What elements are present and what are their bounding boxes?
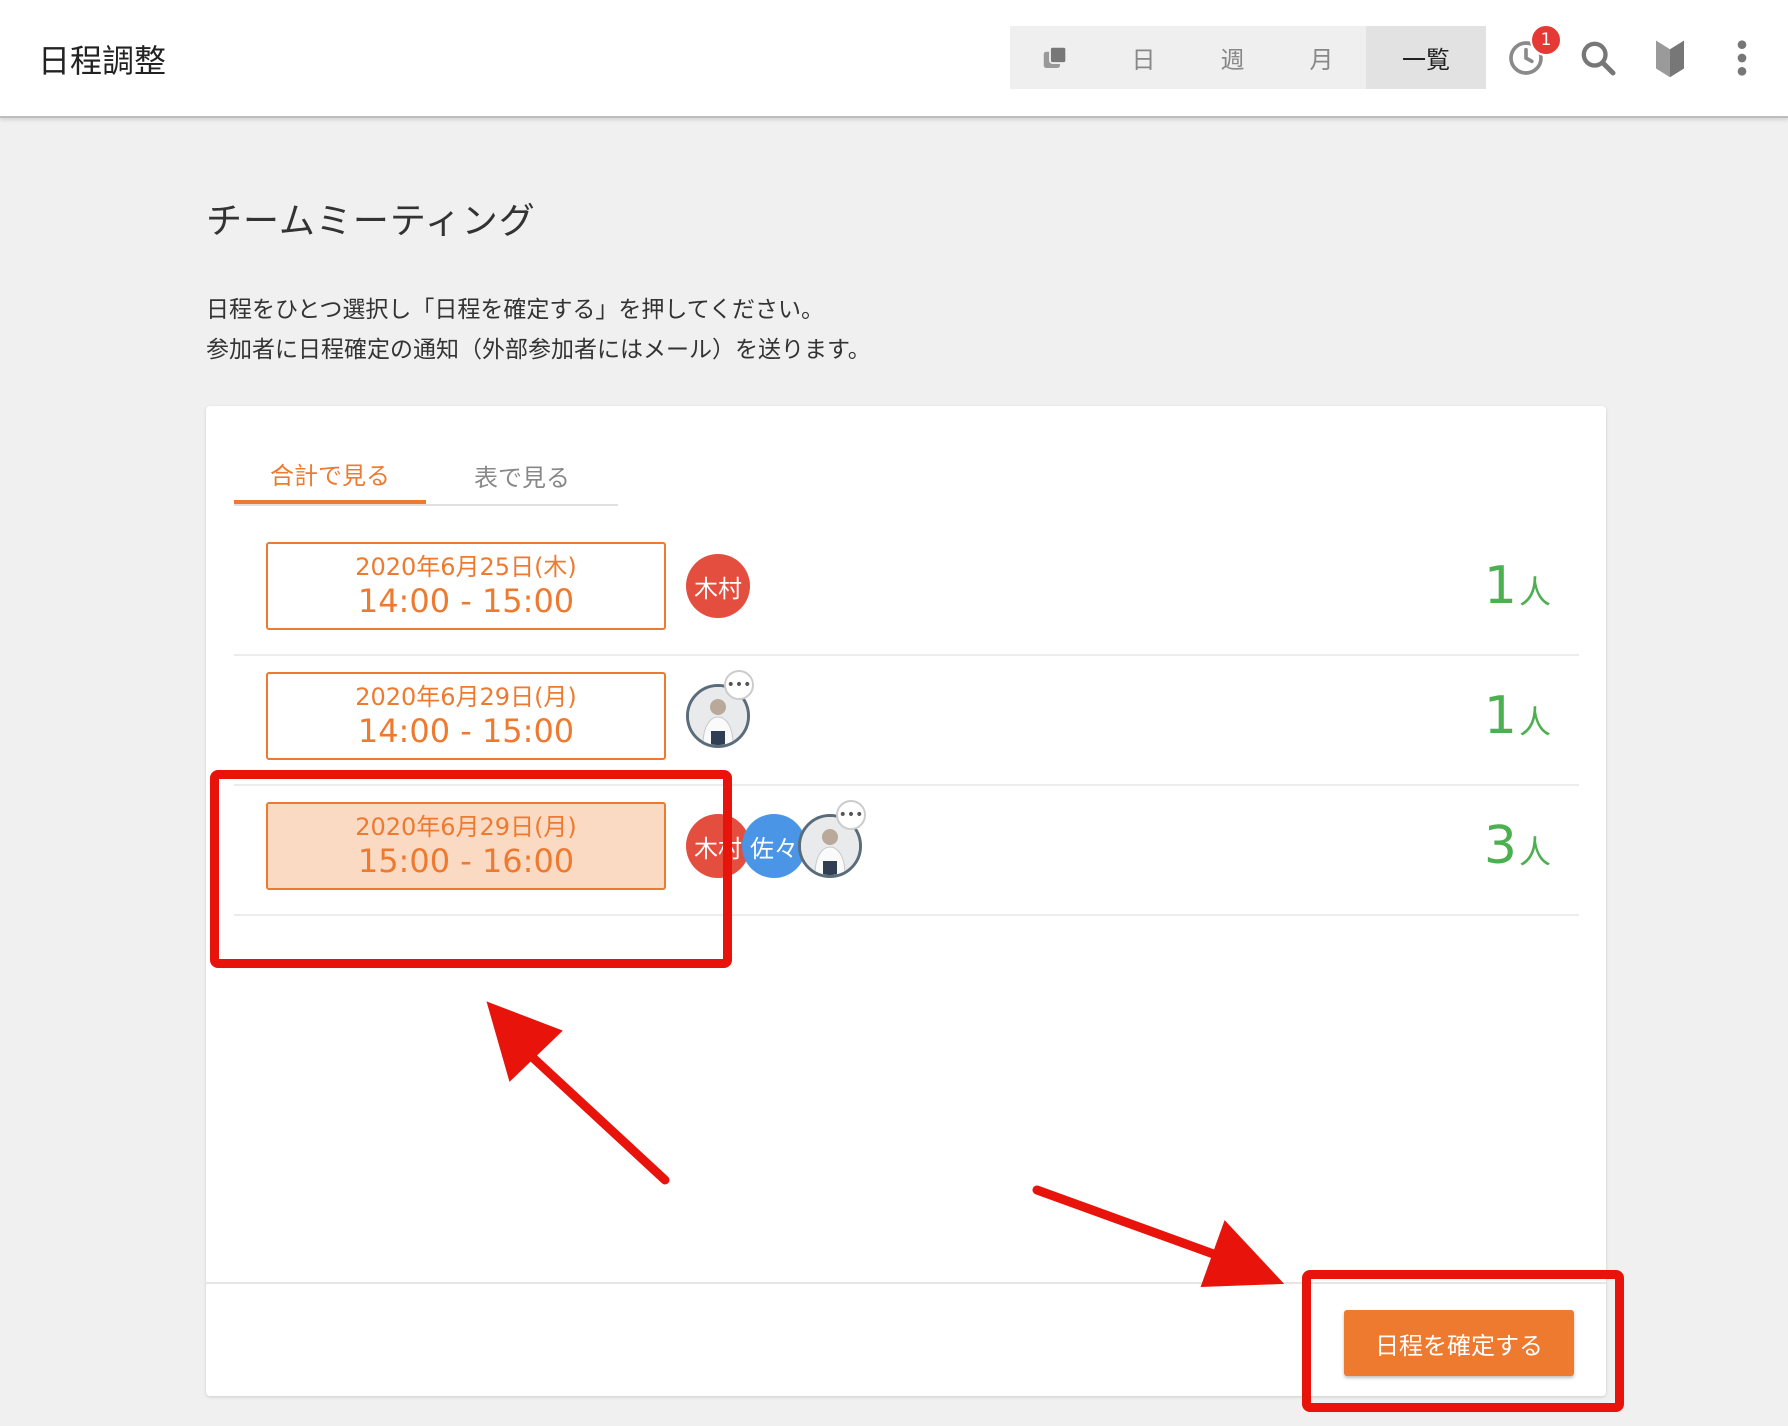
- avatar[interactable]: 佐々: [742, 814, 806, 878]
- tab-table[interactable]: 表で見る: [426, 446, 618, 504]
- notification-badge: 1: [1530, 24, 1562, 56]
- beginner-mark-icon: [1656, 40, 1684, 78]
- view-switcher: 日 週 月 一覧: [1010, 26, 1486, 89]
- date-slot-button[interactable]: 2020年6月29日(月) 14:00 - 15:00: [266, 672, 666, 760]
- slot-date: 2020年6月25日(木): [355, 553, 577, 581]
- tab-summary[interactable]: 合計で見る: [234, 446, 426, 504]
- instructions: 日程をひとつ選択し「日程を確定する」を押してください。 参加者に日程確定の通知（…: [206, 290, 871, 370]
- app-header: 日程調整 日 週 月 一覧 1: [0, 0, 1788, 118]
- more-menu-button[interactable]: [1714, 30, 1770, 86]
- app-title: 日程調整: [38, 42, 167, 80]
- comment-bubble-icon: •••: [836, 800, 866, 830]
- instruction-line-1: 日程をひとつ選択し「日程を確定する」を押してください。: [206, 297, 825, 323]
- beginner-guide-button[interactable]: [1642, 30, 1698, 86]
- count-number: 1: [1483, 556, 1517, 616]
- slot-time: 14:00 - 15:00: [357, 712, 575, 750]
- search-icon: [1581, 41, 1616, 76]
- slot-date: 2020年6月29日(月): [355, 683, 577, 711]
- schedule-row: 2020年6月25日(木) 14:00 - 15:00 木村 1 人: [234, 526, 1579, 656]
- view-day-tab[interactable]: 日: [1099, 26, 1188, 89]
- participant-count: 3 人: [1484, 816, 1551, 876]
- annotation-highlight-slot: [210, 770, 732, 968]
- page-title: チームミーティング: [206, 201, 536, 242]
- comment-bubble-icon: •••: [724, 670, 754, 700]
- instruction-line-2: 参加者に日程確定の通知（外部参加者にはメール）を送ります。: [206, 337, 871, 363]
- count-number: 1: [1483, 686, 1517, 746]
- copy-icon: [1043, 45, 1067, 68]
- count-unit: 人: [1518, 703, 1551, 741]
- view-copy-button[interactable]: [1010, 26, 1099, 89]
- more-vert-icon: [1737, 40, 1747, 76]
- search-button[interactable]: [1570, 30, 1626, 86]
- count-number: 3: [1483, 816, 1517, 876]
- slot-time: 14:00 - 15:00: [357, 582, 575, 620]
- date-slot-button[interactable]: 2020年6月25日(木) 14:00 - 15:00: [266, 542, 666, 630]
- participant-count: 1 人: [1484, 556, 1551, 616]
- count-unit: 人: [1518, 833, 1551, 871]
- participant-count: 1 人: [1484, 686, 1551, 746]
- view-list-tab[interactable]: 一覧: [1366, 26, 1486, 89]
- schedule-row: 2020年6月29日(月) 14:00 - 15:00 ••• 1 人: [234, 656, 1579, 786]
- view-tabs: 合計で見る 表で見る: [234, 446, 618, 506]
- avatar[interactable]: 木村: [686, 554, 750, 618]
- annotation-highlight-button: [1302, 1270, 1624, 1412]
- count-unit: 人: [1518, 573, 1551, 611]
- view-week-tab[interactable]: 週: [1188, 26, 1277, 89]
- view-month-tab[interactable]: 月: [1277, 26, 1366, 89]
